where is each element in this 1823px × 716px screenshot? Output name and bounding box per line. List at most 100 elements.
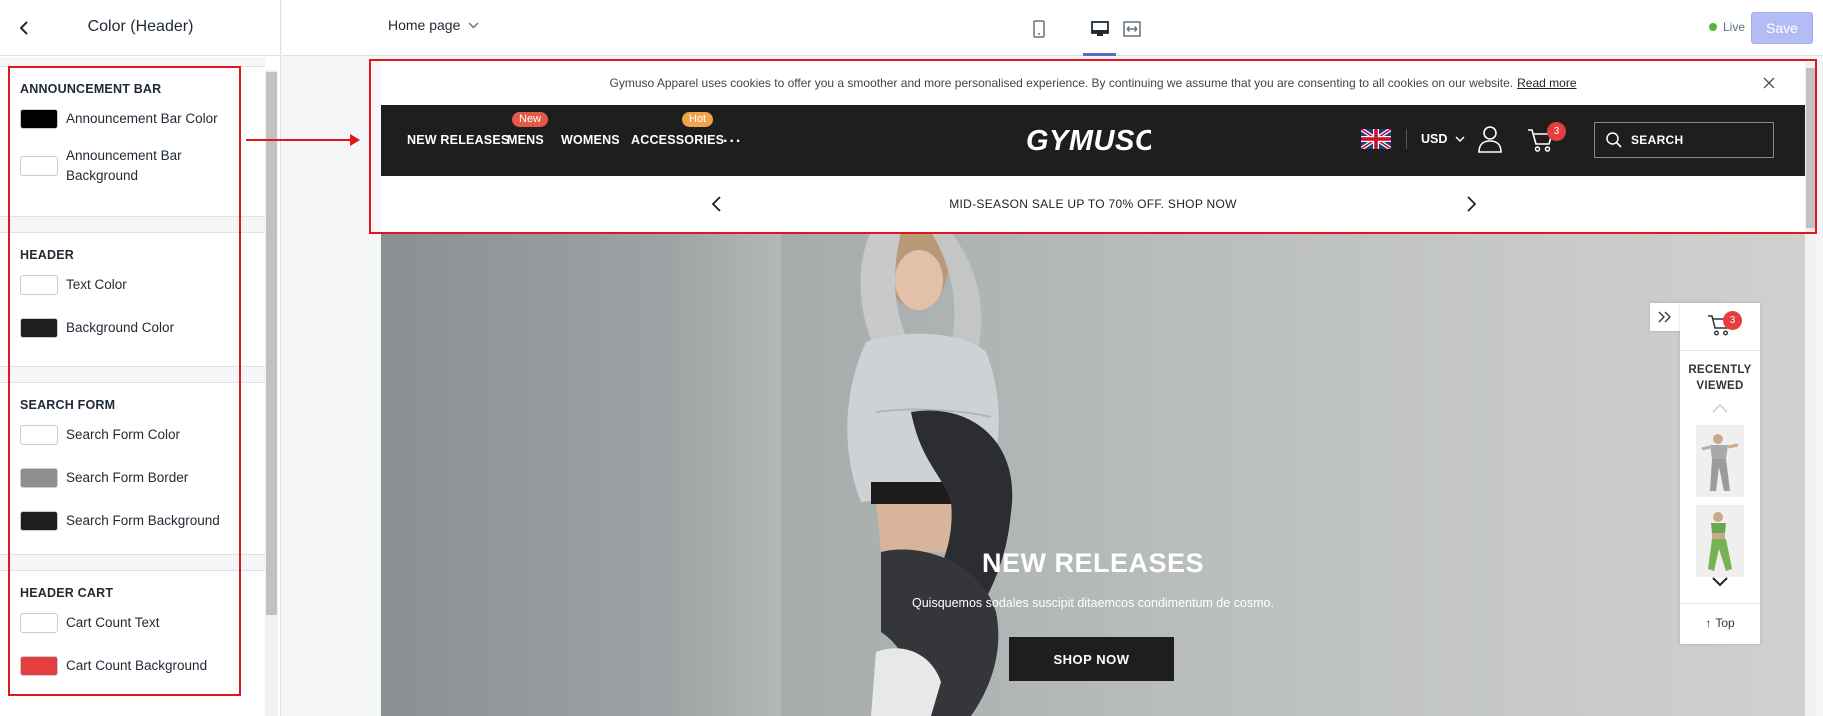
divider — [1680, 350, 1760, 351]
color-setting-search-form-background[interactable]: Search Form Background — [20, 511, 260, 531]
currency-selector[interactable]: USD — [1421, 132, 1465, 146]
live-status: Live — [1709, 20, 1745, 34]
arrow-up-icon: ↑ — [1705, 616, 1712, 630]
announcement-bar: MID-SEASON SALE UP TO 70% OFF. SHOP NOW — [381, 176, 1805, 232]
mobile-icon — [1033, 20, 1045, 38]
color-setting-search-form-border[interactable]: Search Form Border — [20, 468, 260, 488]
hero-wall-shape — [671, 232, 781, 716]
setting-label: Search Form Background — [66, 513, 220, 528]
divider — [1680, 603, 1760, 604]
expand-horizontal-icon — [1123, 21, 1141, 37]
search-input[interactable]: SEARCH — [1594, 122, 1774, 158]
color-swatch[interactable] — [20, 468, 58, 488]
logo-wordmark: GYMUSO — [1026, 125, 1151, 157]
back-to-top-button[interactable]: ↑ Top — [1680, 616, 1760, 630]
recently-viewed-title-line2: VIEWED — [1696, 380, 1744, 392]
active-view-indicator — [1083, 53, 1116, 56]
color-setting-search-form-color[interactable]: Search Form Color — [20, 425, 260, 445]
section-spacer — [0, 367, 265, 383]
double-chevron-right-icon — [1658, 311, 1671, 323]
nav-new-releases[interactable]: NEW RELEASES — [407, 133, 509, 147]
setting-label: Cart Count Background — [66, 658, 208, 673]
color-setting-announcement-bar-background[interactable]: Announcement Bar Background — [20, 146, 220, 186]
fullscreen-view-button[interactable] — [1121, 18, 1143, 40]
recently-viewed-panel: 3 RECENTLY VIEWED ↑ Top — [1680, 303, 1760, 644]
uk-flag-icon[interactable] — [1361, 129, 1391, 149]
mobile-view-button[interactable] — [1028, 18, 1050, 40]
section-heading: HEADER — [20, 248, 74, 262]
section-search-form: SEARCH FORM Search Form Color Search For… — [0, 383, 265, 555]
color-setting-cart-count-text[interactable]: Cart Count Text — [20, 613, 260, 633]
storefront-preview: Gymuso Apparel uses cookies to offer you… — [381, 62, 1805, 716]
hero-banner: NEW RELEASES Quisquemos sodales suscipit… — [381, 232, 1805, 716]
recently-viewed-title: RECENTLY VIEWED — [1680, 362, 1760, 394]
hero-subtitle: Quisquemos sodales suscipit ditaemcos co… — [912, 596, 1274, 610]
live-dot-icon — [1709, 23, 1717, 31]
preview-scrollbar[interactable] — [1806, 68, 1815, 228]
currency-label: USD — [1421, 132, 1448, 146]
desktop-view-button[interactable] — [1089, 18, 1111, 40]
color-setting-text-color[interactable]: Text Color — [20, 275, 260, 295]
color-swatch[interactable] — [20, 613, 58, 633]
sidebar-scrollbar[interactable] — [266, 72, 277, 615]
account-icon[interactable] — [1477, 125, 1503, 153]
recently-viewed-product-1[interactable] — [1696, 425, 1744, 497]
product-thumbnail-grey-set — [1696, 425, 1744, 497]
section-spacer — [0, 57, 265, 67]
recently-viewed-title-line1: RECENTLY — [1688, 364, 1752, 376]
setting-label: Text Color — [66, 277, 127, 292]
chevron-down-icon[interactable] — [1710, 575, 1730, 589]
chevron-left-icon — [19, 21, 28, 35]
section-header: HEADER Text Color Background Color — [0, 233, 265, 367]
recently-viewed-product-2[interactable] — [1696, 505, 1744, 577]
setting-label: Announcement Bar Background — [66, 148, 182, 183]
save-button[interactable]: Save — [1751, 12, 1813, 44]
nav-more[interactable]: ... — [723, 129, 742, 147]
recently-viewed-toggle[interactable] — [1650, 303, 1680, 331]
chevron-right-icon[interactable] — [1461, 194, 1481, 214]
color-swatch[interactable] — [20, 109, 58, 129]
nav-mens[interactable]: MENS — [507, 133, 544, 147]
color-setting-background-color[interactable]: Background Color — [20, 318, 260, 338]
theme-editor-sidebar: Color (Header) ANNOUNCEMENT BAR Announce… — [0, 0, 281, 716]
announcement-text[interactable]: MID-SEASON SALE UP TO 70% OFF. SHOP NOW — [381, 197, 1805, 211]
nav-accessories[interactable]: ACCESSORIES — [631, 133, 724, 147]
chevron-down-icon — [1455, 135, 1465, 142]
section-announcement-bar: ANNOUNCEMENT BAR Announcement Bar Color … — [0, 67, 265, 217]
annotation-arrow-line — [246, 139, 354, 141]
desktop-icon — [1091, 21, 1109, 36]
back-button[interactable] — [12, 16, 36, 40]
nav-badge-new: New — [512, 112, 549, 127]
nav-womens[interactable]: WOMENS — [561, 133, 620, 147]
cart-count-badge: 3 — [1723, 311, 1742, 330]
color-swatch[interactable] — [20, 318, 58, 338]
store-logo[interactable]: GYMUSO — [1026, 123, 1151, 157]
color-setting-cart-count-background[interactable]: Cart Count Background — [20, 656, 260, 676]
editor-topbar: Home page Live Save — [282, 0, 1823, 56]
color-swatch[interactable] — [20, 511, 58, 531]
sidebar-header: Color (Header) — [0, 0, 281, 56]
cookie-bar: Gymuso Apparel uses cookies to offer you… — [381, 62, 1805, 105]
section-spacer — [0, 555, 265, 571]
color-swatch[interactable] — [20, 275, 58, 295]
cart-count-badge: 3 — [1547, 122, 1566, 141]
section-header-cart: HEADER CART Cart Count Text Cart Count B… — [0, 571, 265, 716]
color-swatch[interactable] — [20, 425, 58, 445]
store-header: NEW RELEASES MENS New WOMENS ACCESSORIES… — [381, 105, 1805, 176]
chevron-up-icon[interactable] — [1710, 401, 1730, 415]
cookie-text: Gymuso Apparel uses cookies to offer you… — [609, 76, 1514, 90]
page-selector-label: Home page — [388, 17, 461, 33]
color-setting-announcement-bar-color[interactable]: Announcement Bar Color — [20, 109, 260, 129]
setting-label: Search Form Color — [66, 427, 181, 442]
close-icon[interactable] — [1761, 75, 1777, 91]
header-divider — [1406, 129, 1407, 149]
section-spacer — [0, 217, 265, 233]
section-heading: HEADER CART — [20, 586, 114, 600]
product-thumbnail-green-set — [1696, 505, 1744, 577]
shop-now-button[interactable]: SHOP NOW — [1009, 637, 1174, 681]
page-selector[interactable]: Home page — [388, 17, 479, 33]
nav-badge-hot: Hot — [682, 112, 714, 127]
color-swatch[interactable] — [20, 156, 58, 176]
cookie-read-more-link[interactable]: Read more — [1517, 76, 1576, 90]
color-swatch[interactable] — [20, 656, 58, 676]
